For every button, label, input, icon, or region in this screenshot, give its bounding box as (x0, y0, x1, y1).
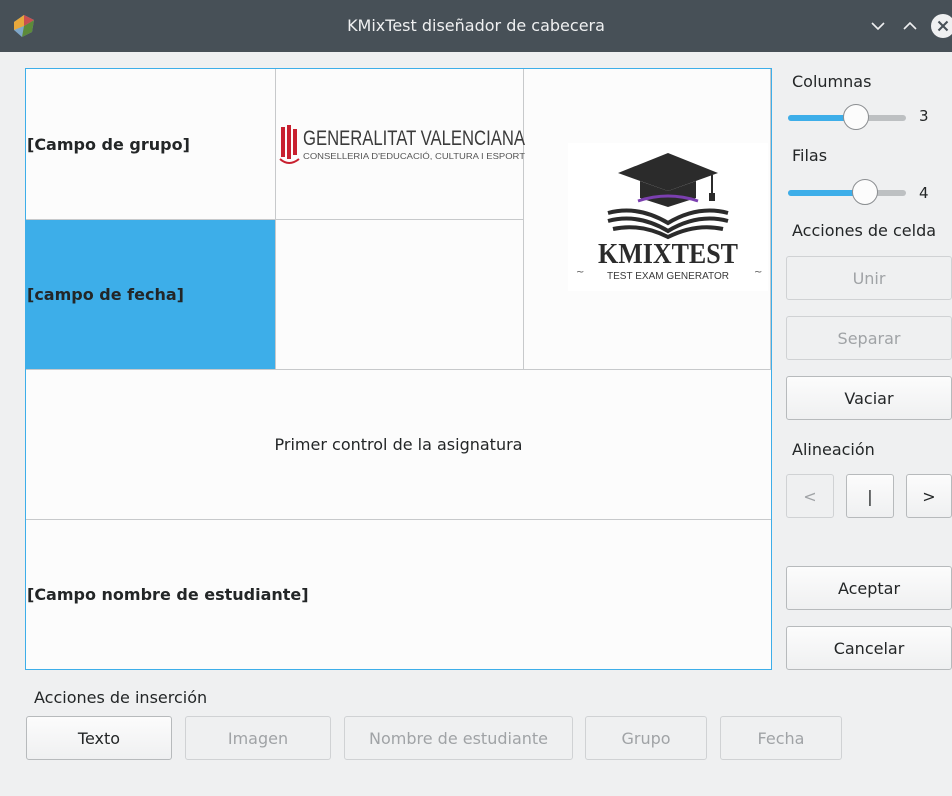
insert-date-button[interactable]: Fecha (720, 716, 842, 760)
cell-student-field[interactable]: [Campo nombre de estudiante] (26, 520, 771, 669)
align-left-button[interactable]: < (786, 474, 834, 518)
header-grid: [Campo de grupo] GENERALITAT VALENCIANA … (25, 68, 772, 670)
kmixtest-subtitle: TEST EXAM GENERATOR (607, 271, 729, 282)
columns-slider-handle[interactable] (843, 104, 869, 130)
close-icon[interactable] (930, 13, 952, 39)
maximize-icon[interactable] (898, 14, 922, 38)
student-field-text: [Campo nombre de estudiante] (27, 585, 309, 604)
generalitat-title: GENERALITAT VALENCIANA (303, 127, 525, 150)
insert-actions-label: Acciones de inserción (34, 688, 208, 707)
insert-group-button[interactable]: Grupo (585, 716, 707, 760)
cell-kmixtest-logo[interactable]: KMIXTEST TEST EXAM GENERATOR ~ ~ (524, 69, 771, 370)
svg-text:~: ~ (576, 267, 584, 278)
title-bar: KMixTest diseñador de cabecera (0, 0, 952, 52)
columns-slider[interactable] (788, 104, 906, 130)
align-right-button[interactable]: > (906, 474, 952, 518)
generalitat-logo: GENERALITAT VALENCIANA CONSELLERIA D'EDU… (279, 125, 525, 164)
accept-button[interactable]: Aceptar (786, 566, 952, 610)
rows-slider-handle[interactable] (852, 179, 878, 205)
cell-date-field[interactable]: [campo de fecha] (26, 220, 276, 370)
rows-slider[interactable] (788, 179, 906, 205)
align-center-button[interactable]: | (846, 474, 894, 518)
cell-group-field[interactable]: [Campo de grupo] (26, 69, 276, 220)
window-title: KMixTest diseñador de cabecera (347, 16, 605, 35)
insert-student-name-button[interactable]: Nombre de estudiante (344, 716, 573, 760)
group-field-text: [Campo de grupo] (27, 134, 190, 154)
rows-value: 4 (919, 184, 929, 202)
kmixtest-title: KMIXTEST (598, 239, 738, 270)
alignment-label: Alineación (792, 440, 875, 459)
columns-value: 3 (919, 107, 929, 125)
merge-button[interactable]: Unir (786, 256, 952, 300)
generalitat-subtitle: CONSELLERIA D'EDUCACIÓ, CULTURA I ESPORT (303, 152, 525, 161)
cell-generalitat-logo[interactable]: GENERALITAT VALENCIANA CONSELLERIA D'EDU… (276, 69, 525, 220)
minimize-icon[interactable] (866, 14, 890, 38)
insert-text-button[interactable]: Texto (26, 716, 172, 760)
kmixtest-logo: KMIXTEST TEST EXAM GENERATOR ~ ~ (568, 143, 768, 291)
rows-label: Filas (792, 146, 828, 165)
svg-text:~: ~ (754, 267, 762, 278)
cell-actions-label: Acciones de celda (792, 221, 937, 240)
columns-label: Columnas (792, 72, 872, 91)
clear-button[interactable]: Vaciar (786, 376, 952, 420)
cell-empty[interactable] (276, 220, 524, 370)
cell-subject[interactable]: Primer control de la asignatura (26, 370, 771, 520)
cancel-button[interactable]: Cancelar (786, 626, 952, 670)
subject-text: Primer control de la asignatura (274, 435, 523, 454)
split-button[interactable]: Separar (786, 316, 952, 360)
date-field-text: [campo de fecha] (27, 285, 184, 304)
insert-image-button[interactable]: Imagen (185, 716, 331, 760)
